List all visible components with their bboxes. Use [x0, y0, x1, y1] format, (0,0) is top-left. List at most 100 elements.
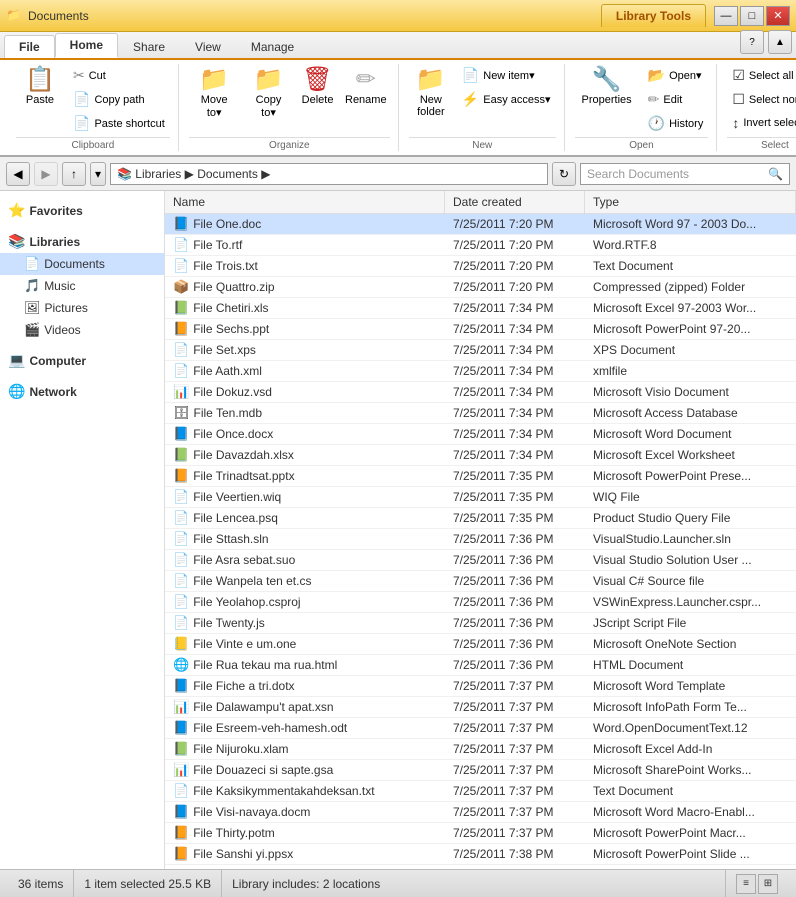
table-row[interactable]: 📄 File Yeolahop.csproj 7/25/2011 7:36 PM… [165, 592, 796, 613]
file-type: Microsoft PowerPoint Prese... [585, 467, 796, 485]
file-name: File Vinte e um.one [193, 637, 296, 651]
tab-view[interactable]: View [180, 35, 236, 58]
tab-share[interactable]: Share [118, 35, 180, 58]
history-button[interactable]: 🕐 History [643, 112, 709, 135]
sidebar-documents-label: Documents [44, 257, 105, 271]
select-all-button[interactable]: ☑ Select all [727, 64, 796, 87]
table-row[interactable]: 📗 File Nijuroku.xlam 7/25/2011 7:37 PM M… [165, 739, 796, 760]
table-row[interactable]: 📙 File Sanshi yi.ppsx 7/25/2011 7:38 PM … [165, 844, 796, 865]
history-label: History [669, 118, 703, 130]
back-button[interactable]: ◀ [6, 162, 30, 186]
table-row[interactable]: 📊 File Douazeci si sapte.gsa 7/25/2011 7… [165, 760, 796, 781]
sidebar-header-network[interactable]: 🌐 Network [0, 380, 164, 403]
details-view-button[interactable]: ≡ [736, 874, 756, 894]
address-path[interactable]: 📚 Libraries ▶ Documents ▶ [110, 163, 548, 185]
col-header-date[interactable]: Date created [445, 191, 585, 213]
table-row[interactable]: 📗 File Davazdah.xlsx 7/25/2011 7:34 PM M… [165, 445, 796, 466]
table-row[interactable]: 📘 File Fiche a tri.dotx 7/25/2011 7:37 P… [165, 676, 796, 697]
paste-button[interactable]: 📋 Paste [16, 64, 64, 110]
move-to-button[interactable]: 📁 Move to▾ [189, 64, 240, 123]
file-name: File Sechs.ppt [193, 322, 269, 336]
sidebar-header-favorites[interactable]: ⭐ Favorites [0, 199, 164, 222]
cut-button[interactable]: ✂ Cut [68, 64, 170, 87]
select-group-content: ☑ Select all ☐ Select none ↕ Invert sele… [727, 64, 796, 135]
table-row[interactable]: 📊 File Dalawampu't apat.xsn 7/25/2011 7:… [165, 697, 796, 718]
file-date: 7/25/2011 7:36 PM [445, 635, 585, 653]
file-name: File To.rtf [193, 238, 242, 252]
paste-shortcut-label: Paste shortcut [94, 118, 164, 130]
videos-icon: 🎬 [24, 322, 40, 338]
file-name: File Douazeci si sapte.gsa [193, 763, 333, 777]
table-row[interactable]: 📄 File Trois.txt 7/25/2011 7:20 PM Text … [165, 256, 796, 277]
rename-button[interactable]: ✏ Rename [342, 64, 390, 110]
table-row[interactable]: 📘 File One.doc 7/25/2011 7:20 PM Microso… [165, 214, 796, 235]
library-tools-tab[interactable]: Library Tools [601, 4, 706, 27]
col-header-type[interactable]: Type [585, 191, 796, 213]
table-row[interactable]: 📘 File Once.docx 7/25/2011 7:34 PM Micro… [165, 424, 796, 445]
pictures-icon: 🖼 [24, 300, 41, 316]
ribbon-collapse-button[interactable]: ▲ [768, 30, 792, 54]
minimize-button[interactable]: — [714, 6, 738, 26]
table-row[interactable]: 📙 File Thirty.potm 7/25/2011 7:37 PM Mic… [165, 823, 796, 844]
rename-icon: ✏ [356, 68, 376, 92]
new-item-button[interactable]: 📄 New item▾ [457, 64, 556, 87]
table-row[interactable]: 📄 File Twenty.js 7/25/2011 7:36 PM JScri… [165, 613, 796, 634]
file-icon: 📄 [173, 594, 189, 610]
table-row[interactable]: 🌐 File Rua tekau ma rua.html 7/25/2011 7… [165, 655, 796, 676]
paste-shortcut-button[interactable]: 📄 Paste shortcut [68, 112, 170, 135]
table-row[interactable]: 📄 File Kaksikymmentakahdeksan.txt 7/25/2… [165, 781, 796, 802]
close-button[interactable]: ✕ [766, 6, 790, 26]
table-row[interactable]: 📘 File Esreem-veh-hamesh.odt 7/25/2011 7… [165, 718, 796, 739]
select-none-button[interactable]: ☐ Select none [727, 88, 796, 111]
table-row[interactable]: 📄 File Wanpela ten et.cs 7/25/2011 7:36 … [165, 571, 796, 592]
table-row[interactable]: 📄 File Asra sebat.suo 7/25/2011 7:36 PM … [165, 550, 796, 571]
tab-home[interactable]: Home [55, 33, 118, 58]
table-row[interactable]: 📄 File Aath.xml 7/25/2011 7:34 PM xmlfil… [165, 361, 796, 382]
table-row[interactable]: 📄 File Set.xps 7/25/2011 7:34 PM XPS Doc… [165, 340, 796, 361]
sidebar-item-music[interactable]: 🎵 Music [0, 275, 164, 297]
up-button[interactable]: ↑ [62, 162, 86, 186]
tab-file[interactable]: File [4, 35, 55, 58]
new-folder-button[interactable]: 📁 New folder [409, 64, 453, 122]
table-row[interactable]: 📄 File To.rtf 7/25/2011 7:20 PM Word.RTF… [165, 235, 796, 256]
copy-path-button[interactable]: 📄 Copy path [68, 88, 170, 111]
properties-label: Properties [582, 94, 632, 106]
sidebar-network-label: Network [29, 385, 76, 399]
forward-button[interactable]: ▶ [34, 162, 58, 186]
edit-button[interactable]: ✏ Edit [643, 88, 709, 111]
table-row[interactable]: 📗 File Chetiri.xls 7/25/2011 7:34 PM Mic… [165, 298, 796, 319]
file-type: Visual C# Source file [585, 572, 796, 590]
recent-locations-button[interactable]: ▾ [90, 162, 106, 186]
table-row[interactable]: 🗄 File Ten.mdb 7/25/2011 7:34 PM Microso… [165, 403, 796, 424]
table-row[interactable]: 📙 File Trinadtsat.pptx 7/25/2011 7:35 PM… [165, 466, 796, 487]
easy-access-button[interactable]: ⚡ Easy access▾ [457, 88, 556, 111]
invert-selection-button[interactable]: ↕ Invert selection [727, 112, 796, 134]
tab-manage[interactable]: Manage [236, 35, 309, 58]
properties-button[interactable]: 🔧 Properties [575, 64, 639, 110]
search-box[interactable]: Search Documents 🔍 [580, 163, 790, 185]
sidebar-header-computer[interactable]: 💻 Computer [0, 349, 164, 372]
file-icon: 📙 [173, 321, 189, 337]
sidebar-item-videos[interactable]: 🎬 Videos [0, 319, 164, 341]
help-button[interactable]: ? [740, 30, 764, 54]
sidebar-item-pictures[interactable]: 🖼 Pictures [0, 297, 164, 319]
table-row[interactable]: 📘 File Visi-navaya.docm 7/25/2011 7:37 P… [165, 802, 796, 823]
tiles-view-button[interactable]: ⊞ [758, 874, 778, 894]
copy-to-button[interactable]: 📁 Copy to▾ [244, 64, 294, 123]
table-row[interactable]: 📙 File Sechs.ppt 7/25/2011 7:34 PM Micro… [165, 319, 796, 340]
table-row[interactable]: 📦 File Quattro.zip 7/25/2011 7:20 PM Com… [165, 277, 796, 298]
table-row[interactable]: 📄 File Sttash.sln 7/25/2011 7:36 PM Visu… [165, 529, 796, 550]
cut-icon: ✂ [73, 67, 85, 84]
table-row[interactable]: 📒 File Vinte e um.one 7/25/2011 7:36 PM … [165, 634, 796, 655]
open-button[interactable]: 📂 Open▾ [643, 64, 709, 87]
table-row[interactable]: 📄 File Lencea.psq 7/25/2011 7:35 PM Prod… [165, 508, 796, 529]
col-header-name[interactable]: Name [165, 191, 445, 213]
sidebar-item-documents[interactable]: 📄 Documents [0, 253, 164, 275]
select-all-label: Select all [749, 70, 794, 82]
table-row[interactable]: 📄 File Veertien.wiq 7/25/2011 7:35 PM WI… [165, 487, 796, 508]
table-row[interactable]: 📊 File Dokuz.vsd 7/25/2011 7:34 PM Micro… [165, 382, 796, 403]
sidebar-header-libraries[interactable]: 📚 Libraries [0, 230, 164, 253]
refresh-button[interactable]: ↻ [552, 162, 576, 186]
delete-button[interactable]: 🗑 Delete [297, 64, 337, 110]
maximize-button[interactable]: □ [740, 6, 764, 26]
